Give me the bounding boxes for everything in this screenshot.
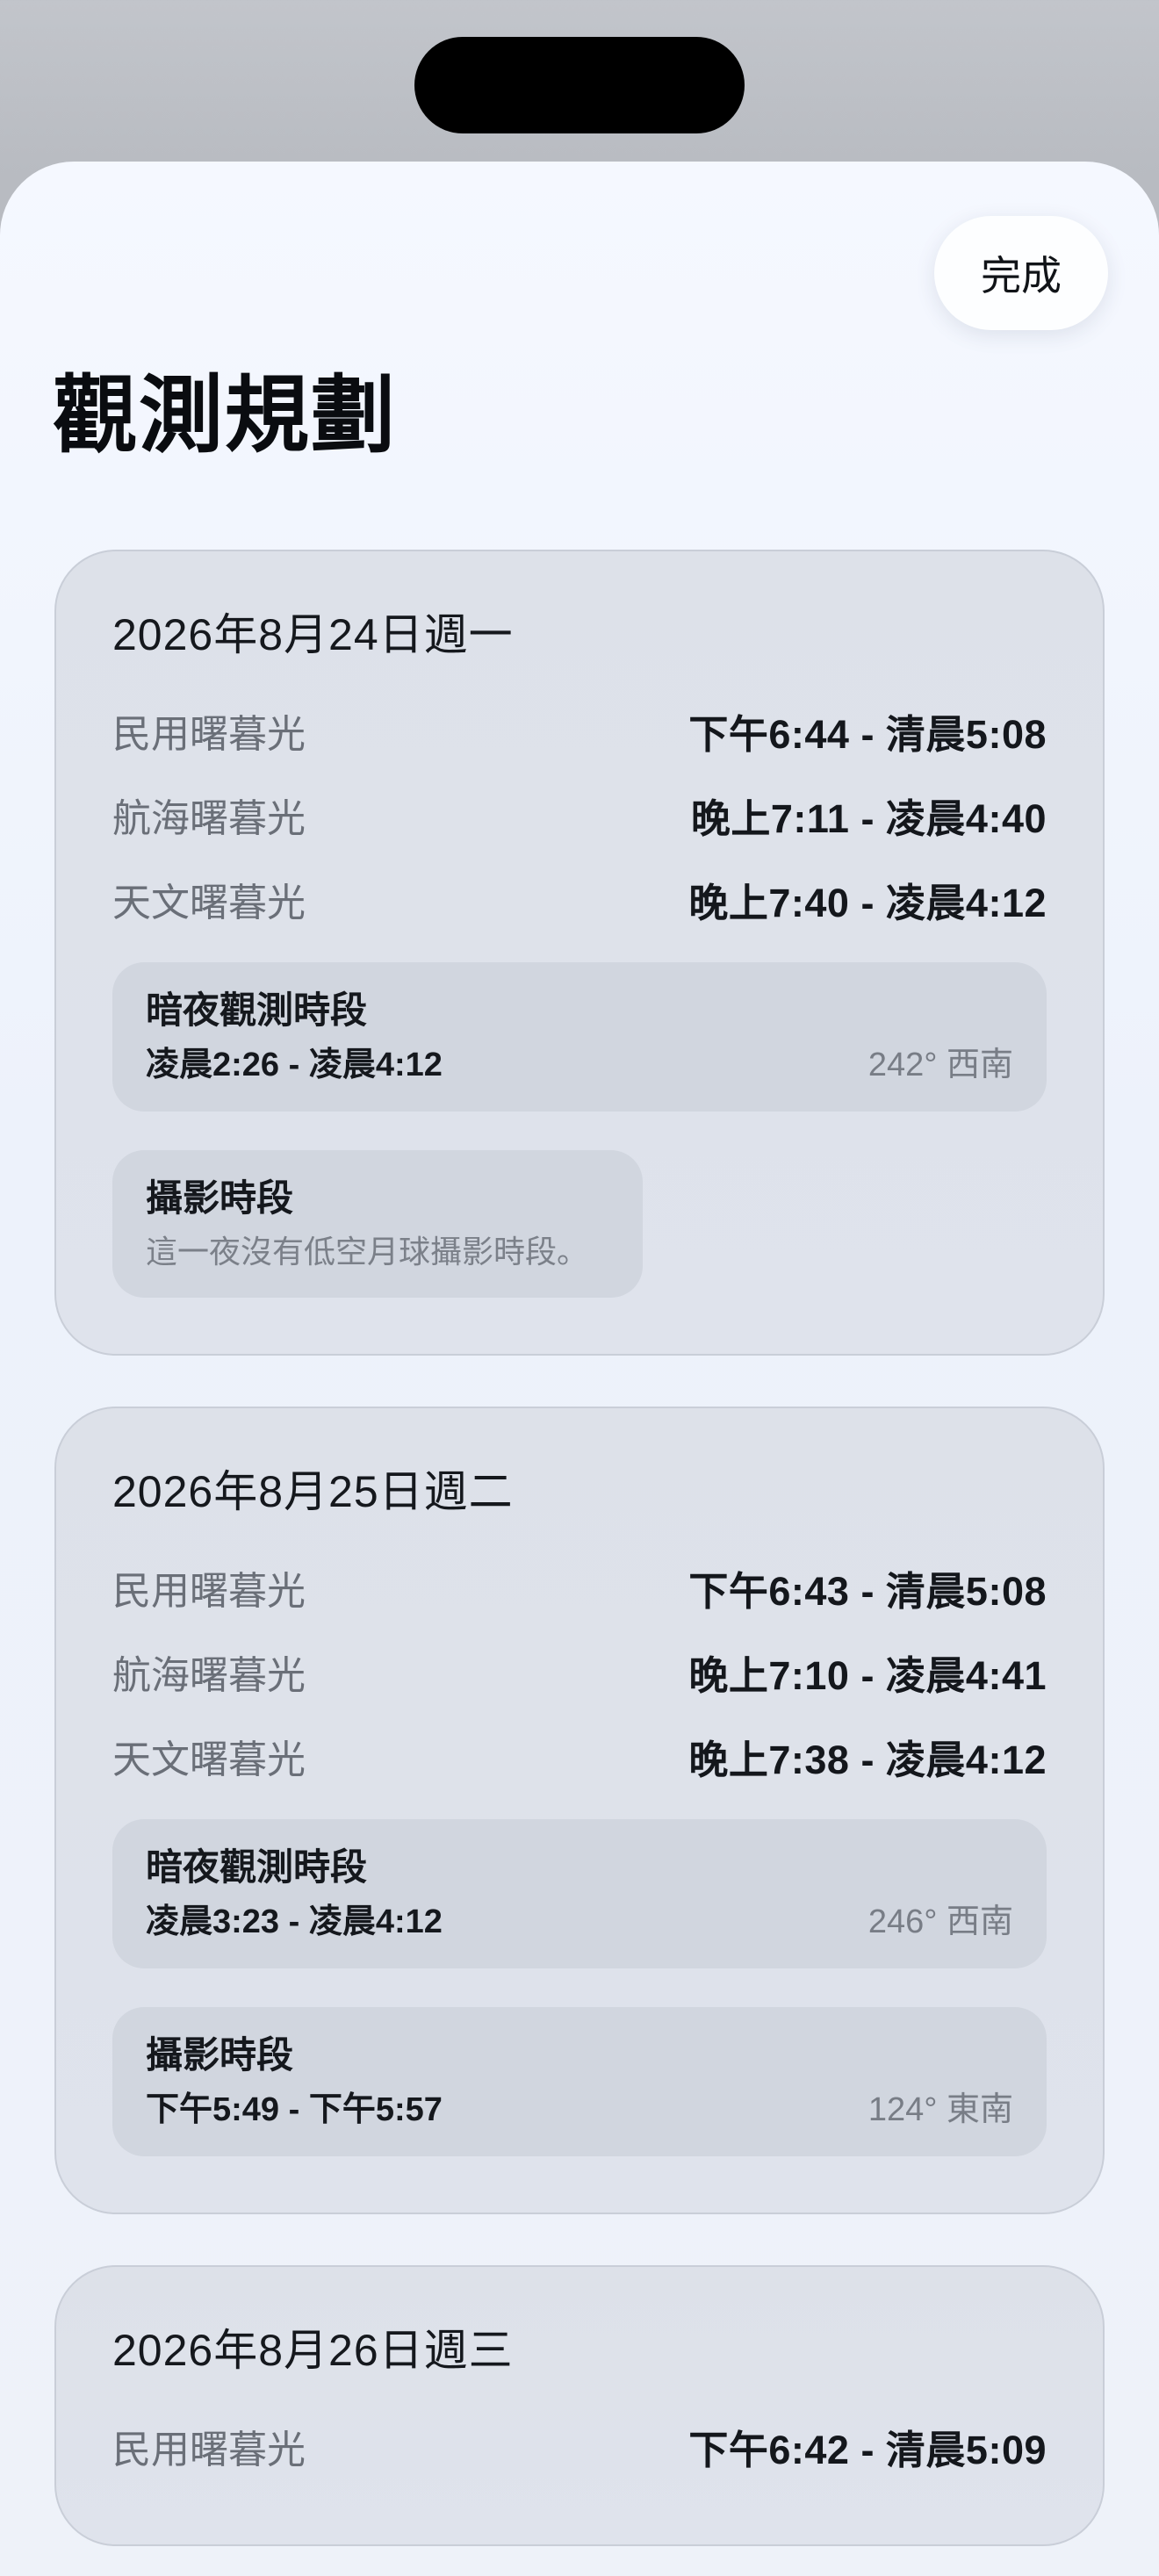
day-card: 2026年8月25日週二 民用曙暮光 下午6:43 - 清晨5:08 航海曙暮光… — [54, 1407, 1105, 2214]
twilight-row-astronomical: 天文曙暮光 晚上7:40 - 凌晨4:12 — [112, 857, 1047, 941]
dark-window-box: 暗夜觀測時段 凌晨3:23 - 凌晨4:12 246° 西南 — [112, 1819, 1047, 1968]
photo-window-time: 下午5:49 - 下午5:57 — [146, 2091, 443, 2128]
photo-window-note: 這一夜沒有低空月球攝影時段。 — [146, 1234, 589, 1270]
twilight-time: 晚上7:10 - 凌晨4:41 — [688, 1652, 1047, 1698]
twilight-time: 下午6:43 - 清晨5:08 — [688, 1568, 1047, 1614]
done-button[interactable]: 完成 — [934, 216, 1108, 330]
page-title: 觀測規劃 — [53, 369, 397, 463]
dark-window-line: 凌晨3:23 - 凌晨4:12 246° 西南 — [146, 1905, 1013, 1939]
twilight-row-civil: 民用曙暮光 下午6:44 - 清晨5:08 — [112, 688, 1047, 773]
dark-window-direction: 242° 西南 — [867, 1047, 1013, 1083]
photo-window-title: 攝影時段 — [146, 2034, 294, 2076]
dynamic-island — [414, 37, 745, 133]
photo-window-line: 下午5:49 - 下午5:57 124° 東南 — [146, 2093, 1013, 2126]
twilight-row-astronomical: 天文曙暮光 晚上7:38 - 凌晨4:12 — [112, 1714, 1047, 1798]
day-list[interactable]: 2026年8月24日週一 民用曙暮光 下午6:44 - 清晨5:08 航海曙暮光… — [54, 550, 1105, 2576]
dark-window-title: 暗夜觀測時段 — [146, 989, 368, 1031]
twilight-row-civil: 民用曙暮光 下午6:43 - 清晨5:08 — [112, 1545, 1047, 1630]
twilight-row-civil: 民用曙暮光 下午6:42 - 清晨5:09 — [112, 2404, 1047, 2488]
photo-window-box: 攝影時段 這一夜沒有低空月球攝影時段。 — [112, 1150, 643, 1298]
day-date: 2026年8月25日週二 — [112, 1467, 514, 1516]
twilight-time: 晚上7:38 - 凌晨4:12 — [688, 1737, 1047, 1782]
dark-window-title: 暗夜觀測時段 — [146, 1846, 368, 1888]
twilight-label: 天文曙暮光 — [112, 1738, 306, 1781]
photo-window-direction: 124° 東南 — [867, 2091, 1013, 2128]
dark-window-time: 凌晨2:26 - 凌晨4:12 — [146, 1047, 443, 1083]
twilight-label: 民用曙暮光 — [112, 1570, 306, 1613]
dark-window-direction: 246° 西南 — [867, 1903, 1013, 1940]
twilight-time: 晚上7:11 - 凌晨4:40 — [690, 795, 1047, 841]
photo-window-box: 攝影時段 下午5:49 - 下午5:57 124° 東南 — [112, 2007, 1047, 2156]
twilight-row-nautical: 航海曙暮光 晚上7:10 - 凌晨4:41 — [112, 1630, 1047, 1714]
day-card: 2026年8月24日週一 民用曙暮光 下午6:44 - 清晨5:08 航海曙暮光… — [54, 550, 1105, 1356]
photo-window-title: 攝影時段 — [146, 1177, 294, 1219]
dark-window-line: 凌晨2:26 - 凌晨4:12 242° 西南 — [146, 1048, 1013, 1082]
day-date: 2026年8月24日週一 — [112, 610, 514, 659]
twilight-label: 天文曙暮光 — [112, 881, 306, 925]
twilight-time: 下午6:42 - 清晨5:09 — [688, 2427, 1047, 2472]
observation-planning-sheet: 完成 觀測規劃 2026年8月24日週一 民用曙暮光 下午6:44 - 清晨5:… — [0, 162, 1159, 2576]
day-date: 2026年8月26日週三 — [112, 2326, 514, 2375]
twilight-label: 航海曙暮光 — [112, 1654, 306, 1697]
dark-window-box: 暗夜觀測時段 凌晨2:26 - 凌晨4:12 242° 西南 — [112, 962, 1047, 1112]
twilight-row-nautical: 航海曙暮光 晚上7:11 - 凌晨4:40 — [112, 773, 1047, 857]
twilight-label: 民用曙暮光 — [112, 713, 306, 756]
dark-window-time: 凌晨3:23 - 凌晨4:12 — [146, 1903, 443, 1940]
twilight-time: 晚上7:40 - 凌晨4:12 — [688, 880, 1047, 925]
day-card: 2026年8月26日週三 民用曙暮光 下午6:42 - 清晨5:09 — [54, 2265, 1105, 2546]
twilight-time: 下午6:44 - 清晨5:08 — [688, 711, 1047, 757]
twilight-label: 航海曙暮光 — [112, 797, 306, 840]
twilight-label: 民用曙暮光 — [112, 2428, 306, 2472]
